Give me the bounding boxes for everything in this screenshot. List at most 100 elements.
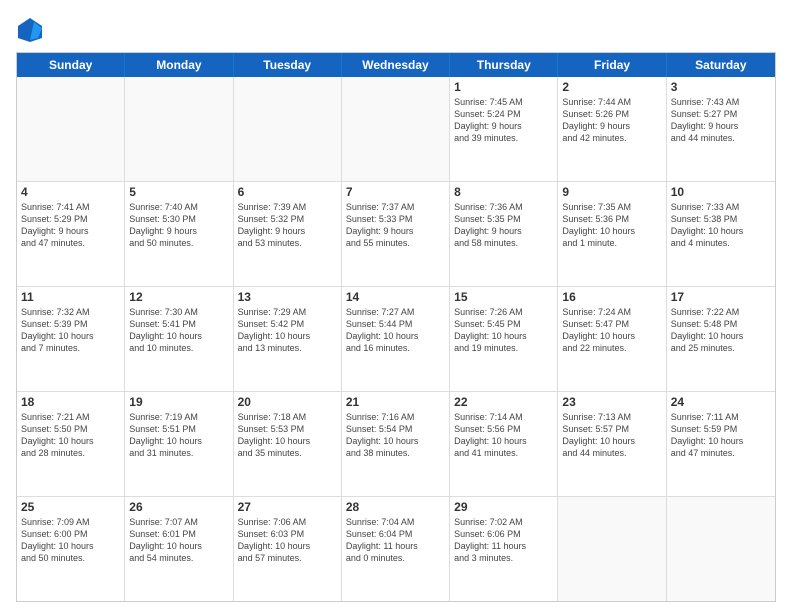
cell-info: Sunrise: 7:13 AM Sunset: 5:57 PM Dayligh… [562, 411, 661, 460]
cell-info: Sunrise: 7:24 AM Sunset: 5:47 PM Dayligh… [562, 306, 661, 355]
calendar-cell-r0-c6: 3 Sunrise: 7:43 AM Sunset: 5:27 PM Daylig… [667, 77, 775, 181]
day-number: 1 [454, 80, 553, 94]
cell-info: Sunrise: 7:11 AM Sunset: 5:59 PM Dayligh… [671, 411, 771, 460]
day-number: 3 [671, 80, 771, 94]
calendar-cell-r1-c6: 10 Sunrise: 7:33 AM Sunset: 5:38 PM Dayli… [667, 182, 775, 286]
calendar-cell-r1-c5: 9 Sunrise: 7:35 AM Sunset: 5:36 PM Daylig… [558, 182, 666, 286]
day-number: 16 [562, 290, 661, 304]
day-number: 24 [671, 395, 771, 409]
cell-info: Sunrise: 7:22 AM Sunset: 5:48 PM Dayligh… [671, 306, 771, 355]
cell-info: Sunrise: 7:09 AM Sunset: 6:00 PM Dayligh… [21, 516, 120, 565]
calendar-header: Sunday Monday Tuesday Wednesday Thursday… [17, 53, 775, 77]
day-number: 21 [346, 395, 445, 409]
cell-info: Sunrise: 7:36 AM Sunset: 5:35 PM Dayligh… [454, 201, 553, 250]
header-monday: Monday [125, 53, 233, 77]
calendar-cell-r3-c6: 24 Sunrise: 7:11 AM Sunset: 5:59 PM Dayli… [667, 392, 775, 496]
calendar-cell-r0-c5: 2 Sunrise: 7:44 AM Sunset: 5:26 PM Daylig… [558, 77, 666, 181]
calendar-cell-r2-c6: 17 Sunrise: 7:22 AM Sunset: 5:48 PM Dayli… [667, 287, 775, 391]
calendar-cell-r4-c2: 27 Sunrise: 7:06 AM Sunset: 6:03 PM Dayli… [234, 497, 342, 601]
cell-info: Sunrise: 7:14 AM Sunset: 5:56 PM Dayligh… [454, 411, 553, 460]
cell-info: Sunrise: 7:37 AM Sunset: 5:33 PM Dayligh… [346, 201, 445, 250]
calendar-row-0: 1 Sunrise: 7:45 AM Sunset: 5:24 PM Daylig… [17, 77, 775, 182]
cell-info: Sunrise: 7:21 AM Sunset: 5:50 PM Dayligh… [21, 411, 120, 460]
calendar-cell-r0-c1 [125, 77, 233, 181]
header [16, 16, 776, 44]
calendar-cell-r1-c2: 6 Sunrise: 7:39 AM Sunset: 5:32 PM Daylig… [234, 182, 342, 286]
calendar-body: 1 Sunrise: 7:45 AM Sunset: 5:24 PM Daylig… [17, 77, 775, 601]
calendar-cell-r3-c2: 20 Sunrise: 7:18 AM Sunset: 5:53 PM Dayli… [234, 392, 342, 496]
day-number: 27 [238, 500, 337, 514]
cell-info: Sunrise: 7:18 AM Sunset: 5:53 PM Dayligh… [238, 411, 337, 460]
day-number: 28 [346, 500, 445, 514]
cell-info: Sunrise: 7:04 AM Sunset: 6:04 PM Dayligh… [346, 516, 445, 565]
cell-info: Sunrise: 7:02 AM Sunset: 6:06 PM Dayligh… [454, 516, 553, 565]
calendar-cell-r3-c0: 18 Sunrise: 7:21 AM Sunset: 5:50 PM Dayli… [17, 392, 125, 496]
header-tuesday: Tuesday [234, 53, 342, 77]
cell-info: Sunrise: 7:44 AM Sunset: 5:26 PM Dayligh… [562, 96, 661, 145]
calendar-cell-r0-c2 [234, 77, 342, 181]
calendar-page: Sunday Monday Tuesday Wednesday Thursday… [0, 0, 792, 612]
cell-info: Sunrise: 7:45 AM Sunset: 5:24 PM Dayligh… [454, 96, 553, 145]
cell-info: Sunrise: 7:27 AM Sunset: 5:44 PM Dayligh… [346, 306, 445, 355]
day-number: 12 [129, 290, 228, 304]
cell-info: Sunrise: 7:06 AM Sunset: 6:03 PM Dayligh… [238, 516, 337, 565]
header-wednesday: Wednesday [342, 53, 450, 77]
logo-icon [16, 16, 44, 44]
day-number: 14 [346, 290, 445, 304]
calendar-row-4: 25 Sunrise: 7:09 AM Sunset: 6:00 PM Dayli… [17, 497, 775, 601]
cell-info: Sunrise: 7:26 AM Sunset: 5:45 PM Dayligh… [454, 306, 553, 355]
calendar-cell-r4-c1: 26 Sunrise: 7:07 AM Sunset: 6:01 PM Dayli… [125, 497, 233, 601]
day-number: 8 [454, 185, 553, 199]
calendar-cell-r1-c0: 4 Sunrise: 7:41 AM Sunset: 5:29 PM Daylig… [17, 182, 125, 286]
header-thursday: Thursday [450, 53, 558, 77]
day-number: 26 [129, 500, 228, 514]
day-number: 17 [671, 290, 771, 304]
logo [16, 16, 48, 44]
cell-info: Sunrise: 7:40 AM Sunset: 5:30 PM Dayligh… [129, 201, 228, 250]
calendar-cell-r0-c3 [342, 77, 450, 181]
calendar-cell-r0-c0 [17, 77, 125, 181]
day-number: 10 [671, 185, 771, 199]
day-number: 18 [21, 395, 120, 409]
cell-info: Sunrise: 7:16 AM Sunset: 5:54 PM Dayligh… [346, 411, 445, 460]
header-friday: Friday [558, 53, 666, 77]
cell-info: Sunrise: 7:30 AM Sunset: 5:41 PM Dayligh… [129, 306, 228, 355]
calendar-cell-r2-c4: 15Sunrise: 7:26 AM Sunset: 5:45 PM Dayli… [450, 287, 558, 391]
calendar-cell-r2-c3: 14 Sunrise: 7:27 AM Sunset: 5:44 PM Dayli… [342, 287, 450, 391]
cell-info: Sunrise: 7:33 AM Sunset: 5:38 PM Dayligh… [671, 201, 771, 250]
day-number: 5 [129, 185, 228, 199]
day-number: 22 [454, 395, 553, 409]
cell-info: Sunrise: 7:43 AM Sunset: 5:27 PM Dayligh… [671, 96, 771, 145]
calendar-cell-r1-c4: 8 Sunrise: 7:36 AM Sunset: 5:35 PM Daylig… [450, 182, 558, 286]
calendar-cell-r2-c2: 13 Sunrise: 7:29 AM Sunset: 5:42 PM Dayli… [234, 287, 342, 391]
cell-info: Sunrise: 7:19 AM Sunset: 5:51 PM Dayligh… [129, 411, 228, 460]
calendar-cell-r2-c1: 12 Sunrise: 7:30 AM Sunset: 5:41 PM Dayli… [125, 287, 233, 391]
cell-info: Sunrise: 7:07 AM Sunset: 6:01 PM Dayligh… [129, 516, 228, 565]
calendar-cell-r1-c3: 7 Sunrise: 7:37 AM Sunset: 5:33 PM Daylig… [342, 182, 450, 286]
day-number: 20 [238, 395, 337, 409]
day-number: 13 [238, 290, 337, 304]
calendar-cell-r1-c1: 5 Sunrise: 7:40 AM Sunset: 5:30 PM Daylig… [125, 182, 233, 286]
day-number: 7 [346, 185, 445, 199]
calendar-cell-r4-c6 [667, 497, 775, 601]
day-number: 9 [562, 185, 661, 199]
cell-info: Sunrise: 7:35 AM Sunset: 5:36 PM Dayligh… [562, 201, 661, 250]
day-number: 25 [21, 500, 120, 514]
cell-info: Sunrise: 7:39 AM Sunset: 5:32 PM Dayligh… [238, 201, 337, 250]
calendar-cell-r4-c0: 25 Sunrise: 7:09 AM Sunset: 6:00 PM Dayli… [17, 497, 125, 601]
calendar: Sunday Monday Tuesday Wednesday Thursday… [16, 52, 776, 602]
day-number: 6 [238, 185, 337, 199]
calendar-cell-r0-c4: 1 Sunrise: 7:45 AM Sunset: 5:24 PM Daylig… [450, 77, 558, 181]
calendar-cell-r3-c5: 23Sunrise: 7:13 AM Sunset: 5:57 PM Dayli… [558, 392, 666, 496]
day-number: 2 [562, 80, 661, 94]
calendar-cell-r4-c4: 29Sunrise: 7:02 AM Sunset: 6:06 PM Dayli… [450, 497, 558, 601]
calendar-cell-r4-c5 [558, 497, 666, 601]
cell-info: Sunrise: 7:29 AM Sunset: 5:42 PM Dayligh… [238, 306, 337, 355]
calendar-row-2: 11Sunrise: 7:32 AM Sunset: 5:39 PM Dayli… [17, 287, 775, 392]
day-number: 4 [21, 185, 120, 199]
header-sunday: Sunday [17, 53, 125, 77]
day-number: 19 [129, 395, 228, 409]
day-number: 11 [21, 290, 120, 304]
cell-info: Sunrise: 7:41 AM Sunset: 5:29 PM Dayligh… [21, 201, 120, 250]
calendar-cell-r2-c0: 11Sunrise: 7:32 AM Sunset: 5:39 PM Dayli… [17, 287, 125, 391]
